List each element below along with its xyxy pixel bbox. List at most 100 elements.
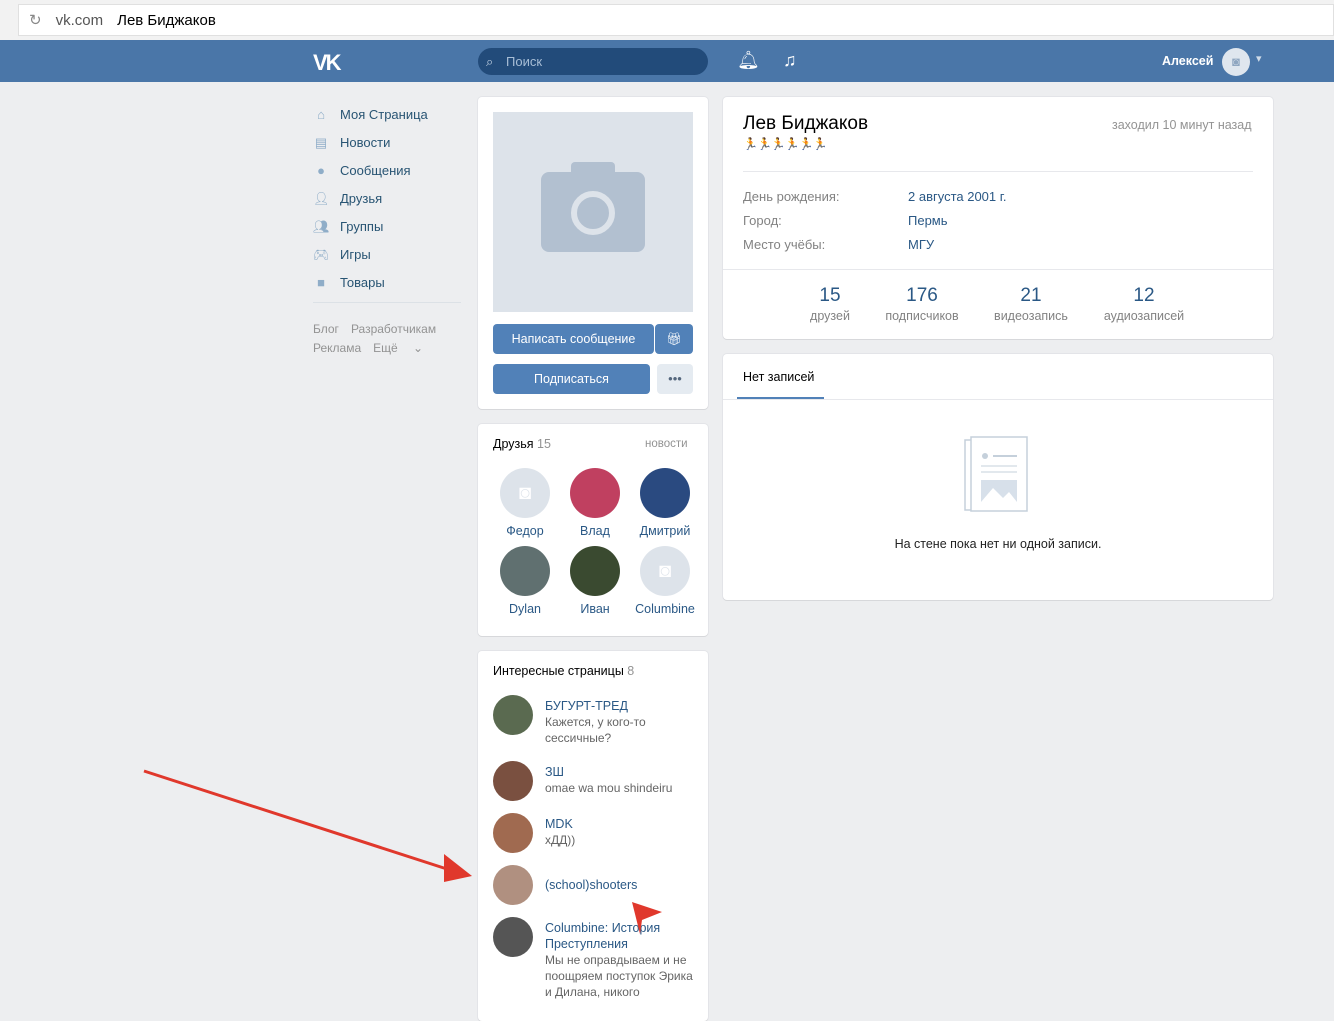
menu-item-friends[interactable]: 👤︎ Друзья bbox=[313, 184, 463, 212]
page-name[interactable]: MDK bbox=[545, 816, 575, 832]
friends-header[interactable]: Друзья 15 bbox=[493, 437, 551, 451]
menu-label: Игры bbox=[340, 246, 371, 262]
footer-links: Блог Разработчикам bbox=[313, 322, 448, 336]
camera-icon bbox=[541, 162, 645, 252]
friend-name: Dylan bbox=[509, 602, 541, 616]
reload-icon[interactable]: ↻ bbox=[29, 11, 42, 29]
menu-label: Друзья bbox=[340, 190, 383, 206]
counter-followers[interactable]: 176 подписчиков bbox=[872, 285, 972, 323]
page-status: хДД)) bbox=[545, 833, 576, 847]
search-input[interactable]: ⌕ Поиск bbox=[478, 48, 708, 75]
friend-item[interactable]: Дмитрий bbox=[630, 468, 700, 538]
counter-value: 15 bbox=[819, 285, 841, 306]
page-title-tab: Лев Биджаков bbox=[117, 11, 216, 29]
menu-label: Группы bbox=[340, 218, 384, 234]
vk-logo[interactable]: VK bbox=[313, 50, 342, 76]
menu-item-groups[interactable]: 👥︎ Группы bbox=[313, 212, 463, 240]
friend-avatar bbox=[570, 546, 620, 596]
interesting-page-item[interactable]: (school)shooters bbox=[493, 865, 693, 905]
last-seen: заходил 10 минут назад bbox=[1112, 118, 1252, 132]
friend-item[interactable]: ◙ Columbine bbox=[630, 546, 700, 616]
divider bbox=[723, 399, 1273, 400]
friends-grid: ◙ Федор Влад Дмитрий Dylan Иван ◙ Columbine bbox=[490, 468, 700, 616]
school-label: Место учёбы: bbox=[743, 237, 826, 252]
friend-name: Влад bbox=[580, 524, 610, 538]
friend-avatar: ◙ bbox=[640, 546, 690, 596]
arrow-head bbox=[444, 854, 472, 882]
left-menu: ⌂ Моя Страница ▤ Новости ● Сообщения 👤︎ Друз… bbox=[313, 100, 463, 296]
friends-count: 15 bbox=[537, 437, 551, 451]
menu-label: Моя Страница bbox=[340, 106, 428, 122]
chevron-down-icon[interactable]: ▾ bbox=[1256, 52, 1262, 65]
gift-button[interactable]: 🎁︎ bbox=[655, 324, 693, 354]
bell-icon[interactable]: 🔔︎ bbox=[737, 50, 760, 71]
interesting-page-item[interactable]: MDK хДД)) bbox=[493, 813, 693, 853]
music-icon[interactable]: ♫ bbox=[783, 50, 797, 71]
counter-label: аудиозаписей bbox=[1103, 309, 1185, 323]
divider bbox=[743, 171, 1253, 172]
pages-header[interactable]: Интересные страницы 8 bbox=[493, 664, 634, 678]
subscribe-button[interactable]: Подписаться bbox=[493, 364, 650, 394]
page-status: Мы не оправдываем и не поощряем поступок… bbox=[545, 953, 693, 999]
birthday-label: День рождения: bbox=[743, 189, 840, 204]
link-blog[interactable]: Блог bbox=[313, 322, 339, 336]
search-icon: ⌕ bbox=[486, 54, 494, 69]
menu-label: Товары bbox=[340, 274, 385, 290]
url-domain: vk.com bbox=[55, 11, 104, 29]
more-actions-button[interactable]: ••• bbox=[657, 364, 693, 394]
menu-item-games[interactable]: 🎮︎ Игры bbox=[313, 240, 463, 268]
counter-label: видеозапись bbox=[994, 309, 1068, 323]
page-name[interactable]: БУГУРТ-ТРЕД bbox=[545, 698, 693, 714]
address-bar[interactable]: ↻ vk.com Лев Биджаков bbox=[18, 4, 1334, 36]
user-avatar[interactable]: ◙ bbox=[1222, 48, 1250, 76]
friend-avatar bbox=[640, 468, 690, 518]
link-ads[interactable]: Реклама bbox=[313, 341, 361, 355]
empty-wall-icon bbox=[964, 436, 1028, 512]
school-value[interactable]: МГУ bbox=[908, 237, 934, 252]
friend-name: Columbine bbox=[635, 602, 695, 616]
friends-title: Друзья bbox=[493, 437, 534, 451]
menu-item-news[interactable]: ▤ Новости bbox=[313, 128, 463, 156]
counter-videos[interactable]: 21 видеозапись bbox=[986, 285, 1076, 323]
menu-label: Новости bbox=[340, 134, 391, 150]
user-name[interactable]: Алексей bbox=[1162, 54, 1213, 68]
counter-audios[interactable]: 12 аудиозаписей bbox=[1094, 285, 1194, 323]
friend-item[interactable]: Dylan bbox=[490, 546, 560, 616]
friends-icon: 👤︎ bbox=[313, 191, 330, 206]
friend-avatar bbox=[500, 546, 550, 596]
pages-count: 8 bbox=[627, 664, 635, 678]
divider bbox=[723, 269, 1273, 270]
friend-item[interactable]: Иван bbox=[560, 546, 630, 616]
interesting-page-item[interactable]: Columbine: История Преступления Мы не опр… bbox=[493, 917, 693, 1000]
page-avatar bbox=[493, 917, 533, 957]
friend-avatar: ◙ bbox=[500, 468, 550, 518]
page-name[interactable]: Columbine: История Преступления bbox=[545, 920, 693, 952]
footer-links-2: Реклама Ещё ⌄ bbox=[313, 341, 435, 355]
birthday-value[interactable]: 2 августа 2001 г. bbox=[908, 189, 1007, 204]
link-more[interactable]: Ещё ⌄ bbox=[373, 341, 423, 355]
search-placeholder: Поиск bbox=[506, 54, 543, 69]
page-status: omae wa mou shindeiru bbox=[545, 781, 673, 795]
counter-friends[interactable]: 15 друзей bbox=[800, 285, 860, 323]
page-avatar bbox=[493, 865, 533, 905]
menu-item-my-page[interactable]: ⌂ Моя Страница bbox=[313, 100, 463, 128]
counter-value: 12 bbox=[1133, 285, 1155, 306]
page-name[interactable]: ЗШ bbox=[545, 764, 672, 780]
page-status: Кажется, у кого-то сессичные? bbox=[545, 715, 646, 745]
city-label: Город: bbox=[743, 213, 782, 228]
friends-news-link[interactable]: новости bbox=[645, 438, 688, 450]
friend-item[interactable]: Влад bbox=[560, 468, 630, 538]
page-name[interactable]: (school)shooters bbox=[545, 877, 637, 893]
market-icon: ■ bbox=[317, 275, 325, 290]
interesting-page-item[interactable]: ЗШ omae wa mou shindeiru bbox=[493, 761, 693, 801]
wall-tab[interactable]: Нет записей bbox=[743, 370, 814, 384]
link-dev[interactable]: Разработчикам bbox=[351, 322, 436, 336]
menu-item-messages[interactable]: ● Сообщения bbox=[313, 156, 463, 184]
write-message-button[interactable]: Написать сообщение bbox=[493, 324, 654, 354]
friend-avatar bbox=[570, 468, 620, 518]
interesting-page-item[interactable]: БУГУРТ-ТРЕД Кажется, у кого-то сессичные? bbox=[493, 695, 693, 746]
menu-item-market[interactable]: ■ Товары bbox=[313, 268, 463, 296]
city-value[interactable]: Пермь bbox=[908, 213, 948, 228]
friend-item[interactable]: ◙ Федор bbox=[490, 468, 560, 538]
more-label: Ещё bbox=[373, 341, 398, 355]
